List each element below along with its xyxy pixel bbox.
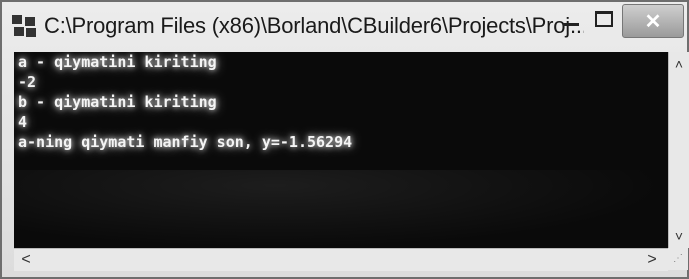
scroll-up-icon[interactable]: ˄ <box>671 56 687 72</box>
console-line: 4 <box>18 113 28 131</box>
cbuilder-app-icon[interactable] <box>12 15 38 37</box>
console-line: a - qiymatini kiriting <box>18 53 217 71</box>
app-icon-square-bl <box>14 27 24 36</box>
console-output[interactable]: a - qiymatini kiriting -2 b - qiymatini … <box>14 52 668 248</box>
close-icon: ✕ <box>644 10 662 33</box>
console-line: -2 <box>18 73 37 91</box>
maximize-button[interactable] <box>590 4 618 34</box>
resize-grip-icon[interactable]: ⋰ <box>668 248 688 270</box>
screen-glow <box>14 170 668 248</box>
close-button[interactable]: ✕ <box>622 4 684 38</box>
vertical-scrollbar[interactable]: ˄ ˅ <box>668 52 689 248</box>
scroll-down-icon[interactable]: ˅ <box>671 228 687 244</box>
scroll-left-icon[interactable]: < <box>18 252 34 268</box>
window-title: C:\Program Files (x86)\Borland\CBuilder6… <box>44 13 584 38</box>
scroll-right-icon[interactable]: > <box>644 252 660 268</box>
app-icon-square-tl <box>12 15 22 24</box>
minimize-icon <box>563 22 579 26</box>
app-icon-square-br <box>26 28 36 37</box>
console-line: a-ning qiymati manfiy son, y=-1.56294 <box>18 133 353 151</box>
console-window: C:\Program Files (x86)\Borland\CBuilder6… <box>0 0 689 279</box>
console-line: b - qiymatini kiriting <box>18 93 217 111</box>
app-icon-square-tr <box>25 17 35 26</box>
minimize-button[interactable] <box>557 4 585 34</box>
horizontal-scrollbar[interactable]: < > <box>14 248 668 271</box>
maximize-icon <box>595 11 613 27</box>
